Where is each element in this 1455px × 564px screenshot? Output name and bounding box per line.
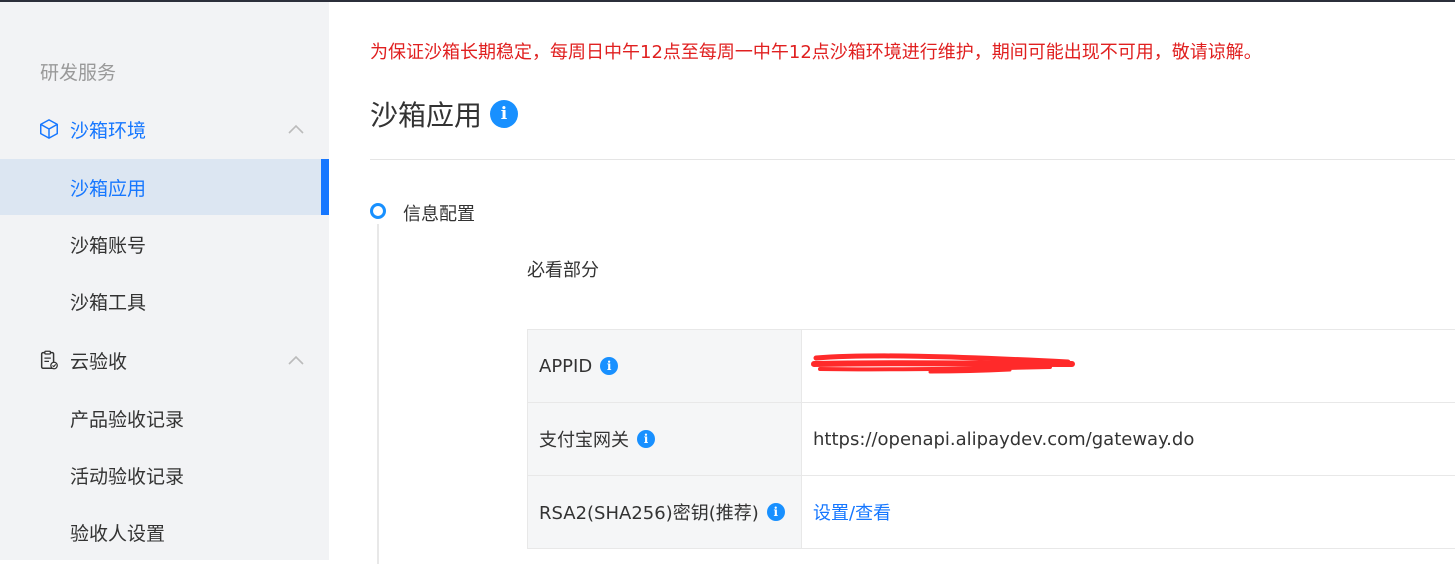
info-icon[interactable]: i [766,503,785,521]
gateway-value: https://openapi.alipaydev.com/gateway.do [802,403,1455,475]
step-indicator-icon [370,203,386,219]
info-icon[interactable]: i [490,100,519,128]
appid-value [802,330,1455,402]
config-table: APPID i 支付宝网关 i https://openapi.alipayde… [527,329,1455,549]
sidebar-item-label: 产品验收记录 [70,408,185,431]
step-connector [377,224,379,564]
sidebar-item-acceptor-settings[interactable]: 验收人设置 [0,504,329,560]
page-title-text: 沙箱应用 [370,99,483,132]
sidebar-item-activity-acceptance[interactable]: 活动验收记录 [0,447,329,503]
sidebar: 研发服务 沙箱环境 沙箱应用 沙箱账号 沙箱工具 云验收 产品验收记录 活动验收… [0,2,329,560]
rsa-key-value: 设置/查看 [802,476,1455,548]
sidebar-item-label: 验收人设置 [70,522,166,545]
row-label: RSA2(SHA256)密钥(推荐) i [527,476,802,548]
table-row: RSA2(SHA256)密钥(推荐) i 设置/查看 [527,476,1455,549]
row-label: 支付宝网关 i [527,403,802,475]
row-label-text: RSA2(SHA256)密钥(推荐) [539,503,759,524]
sidebar-item-label: 沙箱应用 [70,177,147,200]
sidebar-section-title: 研发服务 [40,62,117,84]
info-icon[interactable]: i [600,357,619,375]
chevron-up-icon[interactable] [288,355,304,365]
sidebar-item-sandbox-tools[interactable]: 沙箱工具 [0,273,329,329]
sidebar-group-sandbox[interactable]: 沙箱环境 [0,109,329,149]
section-title: 必看部分 [527,260,599,281]
maintenance-notice: 为保证沙箱长期稳定，每周日中午12点至每周一中午12点沙箱环境进行维护，期间可能… [370,42,1262,63]
row-label-text: APPID [539,355,593,377]
gateway-value-text: https://openapi.alipaydev.com/gateway.do [813,428,1195,450]
divider [370,159,1455,160]
sidebar-item-sandbox-app[interactable]: 沙箱应用 [0,159,329,215]
set-view-key-link[interactable]: 设置/查看 [813,499,891,525]
redaction-scribble [811,353,1075,374]
sidebar-group-cloud-acceptance[interactable]: 云验收 [0,340,329,380]
sidebar-item-label: 沙箱账号 [70,234,147,257]
row-label-text: 支付宝网关 [539,430,629,451]
table-row: APPID i [527,330,1455,403]
sidebar-item-label: 活动验收记录 [70,465,185,488]
main-content: 为保证沙箱长期稳定，每周日中午12点至每周一中午12点沙箱环境进行维护，期间可能… [329,2,1455,564]
chevron-up-icon[interactable] [288,124,304,134]
sidebar-group-label: 云验收 [70,350,128,373]
table-row: 支付宝网关 i https://openapi.alipaydev.com/ga… [527,403,1455,476]
row-label: APPID i [527,330,802,402]
step-label: 信息配置 [403,204,475,225]
sidebar-item-sandbox-account[interactable]: 沙箱账号 [0,216,329,272]
sidebar-item-product-acceptance[interactable]: 产品验收记录 [0,390,329,446]
clipboard-check-icon [40,350,58,370]
sidebar-group-label: 沙箱环境 [70,119,147,142]
cube-icon [40,119,58,139]
info-icon[interactable]: i [637,430,655,448]
sidebar-item-label: 沙箱工具 [70,291,147,314]
page-title: 沙箱应用 i [370,94,519,134]
